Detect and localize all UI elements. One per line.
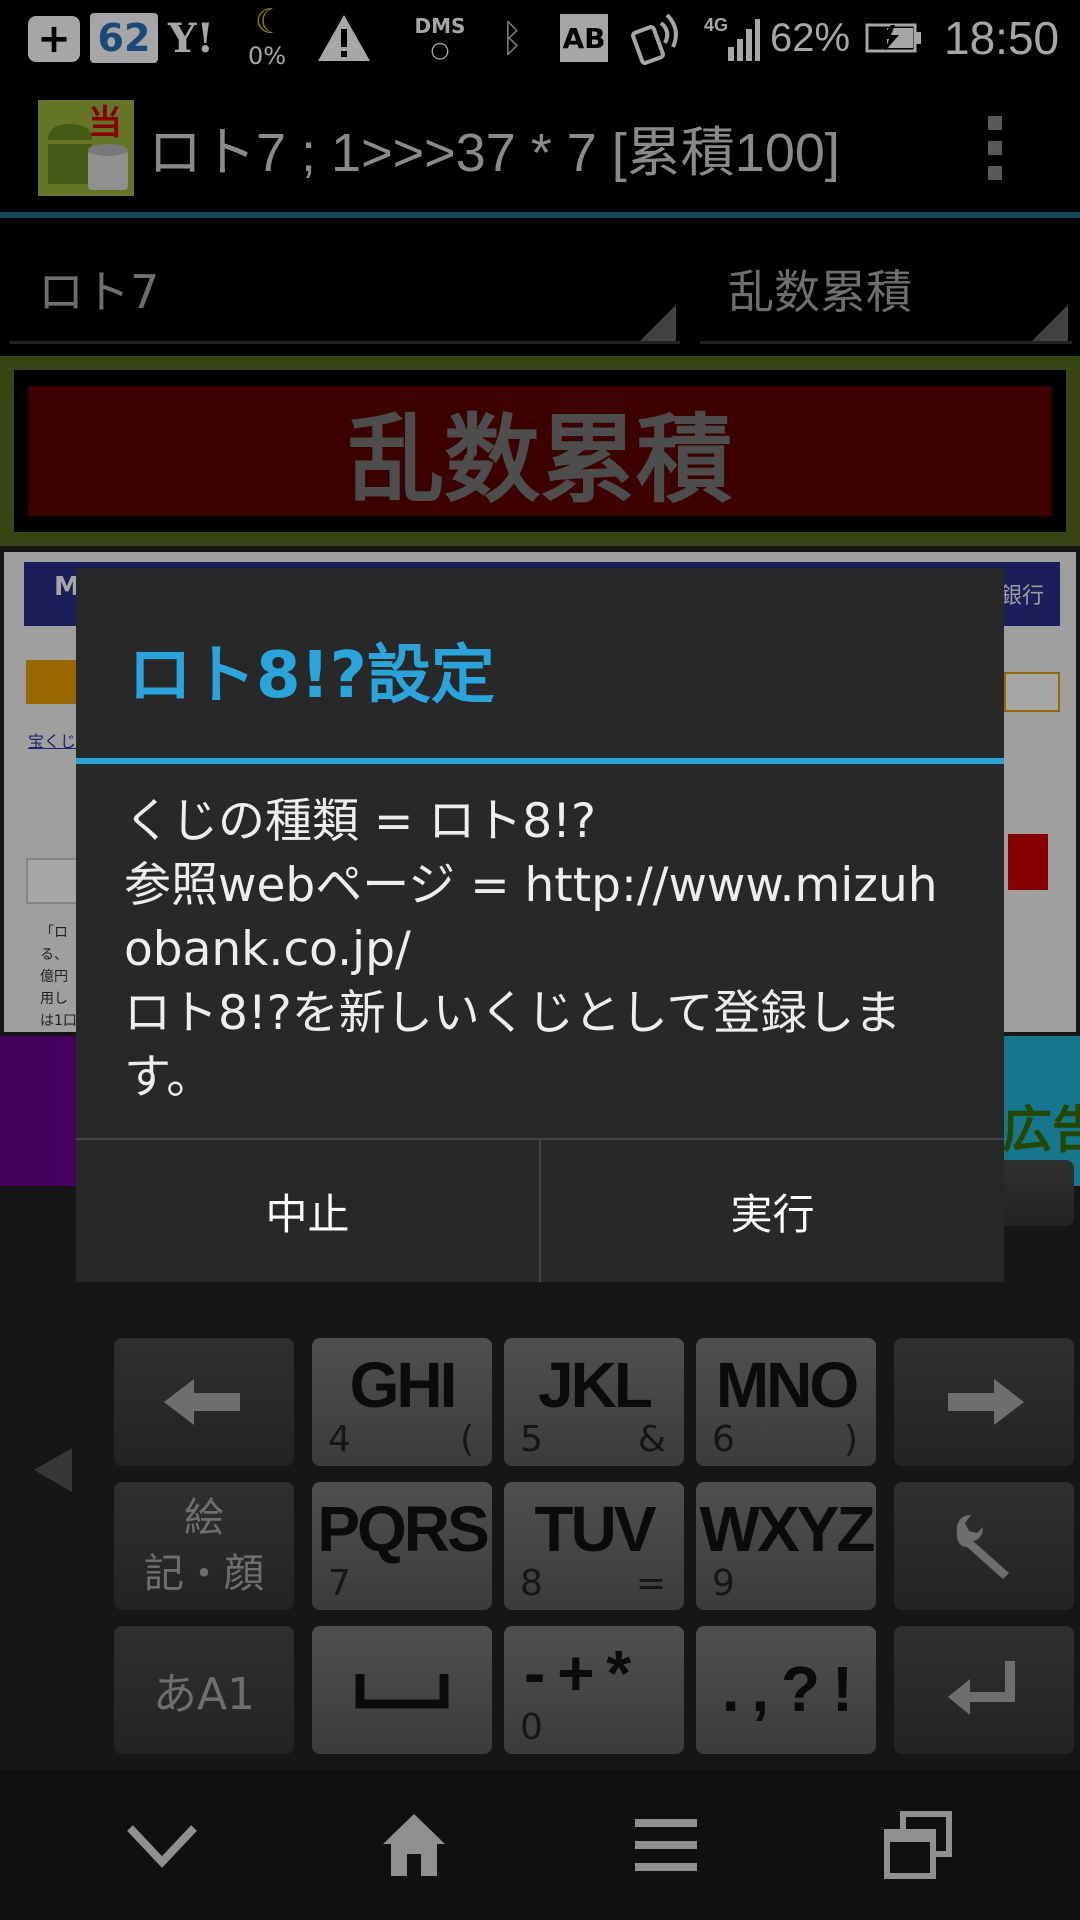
dialog-message: くじの種類 = ロト8!? 参照webページ = http://www.mizu… xyxy=(124,794,938,1105)
dialog-button-bar: 中止 実行 xyxy=(76,1138,1004,1282)
execute-button[interactable]: 実行 xyxy=(541,1140,1004,1282)
dialog-title: ロト8!?設定 xyxy=(128,639,495,713)
confirm-dialog: ロト8!?設定 くじの種類 = ロト8!? 参照webページ = http://… xyxy=(76,568,1004,1282)
cancel-button[interactable]: 中止 xyxy=(76,1140,541,1282)
dialog-title-divider xyxy=(76,758,1004,764)
